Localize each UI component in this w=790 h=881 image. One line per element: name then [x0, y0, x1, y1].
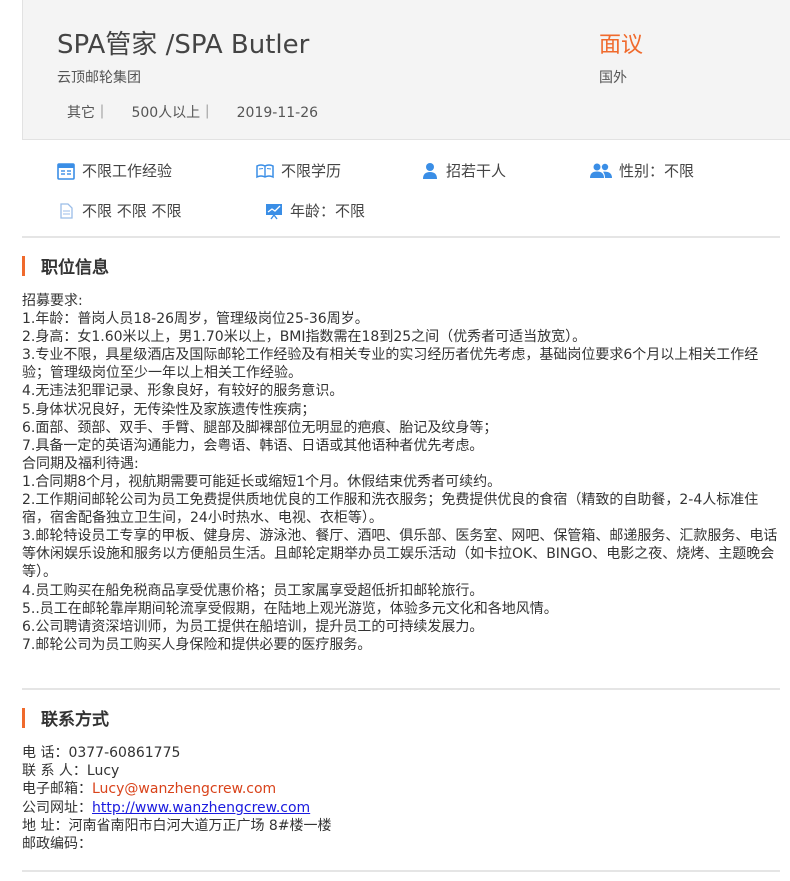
desc-line: 5..员工在邮轮靠岸期间轮流享受假期，在陆地上观光游览，体验多元文化和各地风情。: [22, 600, 558, 617]
contact-address-value: 河南省南阳市白河大道万正广场 8#楼一楼: [68, 817, 332, 834]
req-gender-label: 性别：不限: [619, 162, 695, 180]
desc-line: 合同期及福利待遇:: [22, 455, 139, 472]
contact-address-label: 地 址：: [22, 817, 69, 834]
req-gender: 性别：不限: [589, 160, 694, 181]
section-title-text: 职位信息: [41, 258, 109, 278]
req-education-label: 不限学历: [281, 162, 342, 180]
desc-line: 7.具备一定的英语沟通能力，会粤语、韩语、日语或其他语种者优先考虑。: [22, 437, 484, 454]
section-title-text: 联系方式: [41, 710, 109, 730]
job-header: SPA管家 /SPA Butler 云顶邮轮集团 其它｜ 500人以上｜ 201…: [22, 0, 790, 140]
contact-person: 联 系 人：Lucy: [22, 762, 332, 780]
desc-line: 3.专业不限，具星级酒店及国际邮轮工作经验及有相关专业的实习经历者优先考虑，基础…: [22, 347, 759, 382]
contact-website: 公司网址：http://www.wanzhengcrew.com: [22, 799, 332, 817]
job-meta: 其它｜ 500人以上｜ 2019-11-26: [67, 102, 336, 122]
desc-line: 5.身体状况良好，无传染性及家族遗传性疾病；: [22, 401, 316, 418]
contact-zip-label: 邮政编码：: [22, 836, 92, 853]
req-age: 年龄：不限: [264, 200, 365, 221]
desc-line: 2.身高：女1.60米以上，男1.70米以上，BMI指数需在18到25之间（优秀…: [22, 329, 587, 346]
meta-category: 其它｜: [67, 105, 109, 121]
divider: [22, 236, 780, 238]
person-icon: [420, 161, 440, 181]
divider: [22, 688, 780, 690]
desc-line: 1.合同期8个月，视航期需要可能延长或缩短1个月。休假结束优秀者可续约。: [22, 473, 502, 490]
salary: 面议: [599, 33, 644, 58]
job-location: 国外: [599, 70, 627, 86]
document-icon: [56, 201, 76, 221]
contact-person-label: 联 系 人：: [22, 763, 87, 780]
contact-phone-value: 0377-60861775: [68, 745, 181, 761]
req-education: 不限学历: [255, 160, 341, 181]
contact-phone: 电 话：0377-60861775: [22, 744, 332, 762]
book-icon: [255, 161, 275, 181]
contact-zip: 邮政编码：: [22, 835, 332, 853]
job-description: 招募要求: 1.年龄：普岗人员18-26周岁，管理级岗位25-36周岁。 2.身…: [22, 292, 780, 654]
req-language: 不限 不限 不限: [56, 200, 182, 221]
section-title-contact: 联系方式: [22, 705, 109, 730]
contact-website-label: 公司网址：: [22, 799, 92, 816]
contact-phone-label: 电 话：: [22, 745, 69, 761]
section-accent-bar: [22, 707, 25, 728]
desc-line: 2.工作期间邮轮公司为员工免费提供质地优良的工作服和洗衣服务；免费提供优良的食宿…: [22, 492, 759, 527]
desc-line: 6.公司聘请资深培训师，为员工提供在船培训，提升员工的可持续发展力。: [22, 618, 484, 635]
req-experience-label: 不限工作经验: [82, 162, 173, 180]
meta-date: 2019-11-26: [236, 105, 319, 121]
contact-address: 地 址：河南省南阳市白河大道万正广场 8#楼一楼: [22, 817, 332, 835]
req-headcount-label: 招若干人: [446, 162, 507, 180]
desc-line: 4.员工购买在船免税商品享受优惠价格；员工家属享受超低折扣邮轮旅行。: [22, 582, 484, 599]
users-icon: [589, 161, 613, 181]
meta-company-size: 500人以上｜: [131, 105, 215, 121]
desc-line: 4.无违法犯罪记录、形象良好，有较好的服务意识。: [22, 383, 344, 400]
job-title: SPA管家 /SPA Butler: [57, 30, 310, 60]
contact-email: 电子邮箱：Lucy@wanzhengcrew.com: [22, 780, 332, 798]
contact-person-value: Lucy: [86, 763, 120, 780]
section-accent-bar: [22, 255, 25, 276]
contact-website-link[interactable]: http://www.wanzhengcrew.com: [92, 800, 310, 816]
chart-board-icon: [264, 201, 284, 221]
calendar-icon: [56, 161, 76, 181]
desc-line: 7.邮轮公司为员工购买人身保险和提供必要的医疗服务。: [22, 636, 372, 653]
desc-line: 1.年龄：普岗人员18-26周岁，管理级岗位25-36周岁。: [22, 311, 369, 328]
contact-info: 电 话：0377-60861775 联 系 人：Lucy 电子邮箱：Lucy@w…: [22, 744, 332, 853]
contact-email-link[interactable]: Lucy@wanzhengcrew.com: [92, 781, 276, 797]
req-language-label: 不限 不限 不限: [82, 202, 182, 220]
req-experience: 不限工作经验: [56, 160, 172, 181]
company-name[interactable]: 云顶邮轮集团: [57, 67, 141, 87]
desc-line: 招募要求:: [22, 293, 83, 309]
divider: [22, 870, 780, 872]
desc-line: 3.邮轮特设员工专享的甲板、健身房、游泳池、餐厅、酒吧、俱乐部、医务室、网吧、保…: [22, 528, 778, 581]
section-title-job-info: 职位信息: [22, 253, 109, 278]
req-headcount: 招若干人: [420, 160, 506, 181]
desc-line: 6.面部、颈部、双手、手臂、腿部及脚裸部位无明显的疤痕、胎记及纹身等；: [22, 419, 498, 436]
contact-email-label: 电子邮箱：: [22, 781, 92, 798]
req-age-label: 年龄：不限: [290, 202, 366, 220]
